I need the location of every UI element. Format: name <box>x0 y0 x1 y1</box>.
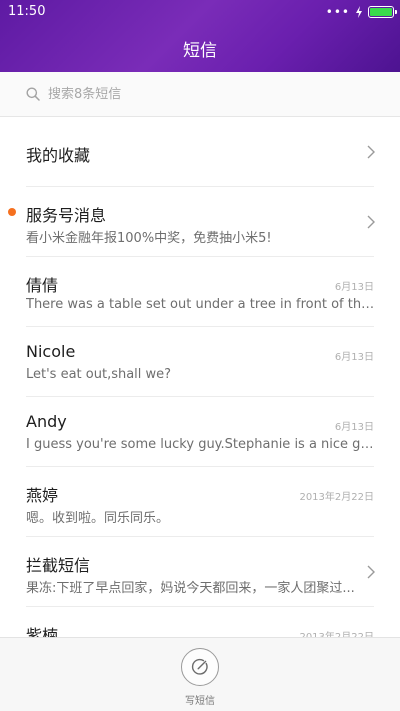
conversation-name: 我的收藏 <box>26 146 91 165</box>
blocked-messages-row[interactable]: 拦截短信 果冻:下班了早点回家，妈说今天都回来，一家人团聚过... <box>0 537 400 607</box>
compose-icon <box>191 658 208 675</box>
conversation-row[interactable]: Andy 6月13日 I guess you're some lucky guy… <box>0 397 400 467</box>
conversation-name: 服务号消息 <box>26 206 107 225</box>
conversation-name: Nicole <box>26 342 76 361</box>
compose-label: 写短信 <box>185 696 215 707</box>
chevron-right-icon <box>367 145 375 159</box>
compose-button[interactable] <box>181 648 219 686</box>
search-icon <box>26 87 40 101</box>
conversation-preview: Let's eat out,shall we? <box>26 367 172 382</box>
chevron-right-icon <box>367 215 375 229</box>
conversation-name: 燕婷 <box>26 486 59 505</box>
status-icons: ••• <box>325 5 397 19</box>
search-input[interactable] <box>48 83 368 105</box>
unread-dot <box>8 208 16 216</box>
page-title: 短信 <box>183 41 217 61</box>
conversation-name: 拦截短信 <box>26 556 91 575</box>
status-bar: 11:50 ••• <box>0 0 400 24</box>
battery-icon <box>368 6 397 18</box>
search-bar[interactable] <box>0 72 400 117</box>
app-header: 11:50 ••• 短信 <box>0 0 400 72</box>
battery-level <box>370 8 392 16</box>
conversation-date: 6月13日 <box>334 352 374 363</box>
conversation-preview: 嗯。收到啦。同乐同乐。 <box>26 511 170 526</box>
conversation-date: 6月13日 <box>334 282 374 293</box>
conversation-name: 倩倩 <box>26 276 59 295</box>
conversation-name: Andy <box>26 412 67 431</box>
signal-dots-icon: ••• <box>325 5 350 19</box>
conversation-preview: 看小米金融年报100%中奖，免费抽小米5! <box>26 231 272 246</box>
conversation-row[interactable]: 燕婷 2013年2月22日 嗯。收到啦。同乐同乐。 <box>0 467 400 537</box>
conversation-row[interactable]: 倩倩 6月13日 There was a table set out under… <box>0 257 400 327</box>
conversation-preview: 果冻:下班了早点回家，妈说今天都回来，一家人团聚过... <box>26 581 355 596</box>
status-time: 11:50 <box>8 4 46 19</box>
charging-icon <box>356 6 362 18</box>
chevron-right-icon <box>367 565 375 579</box>
bottom-bar: 写短信 <box>0 637 400 711</box>
conversation-row[interactable]: Nicole 6月13日 Let's eat out,shall we? <box>0 327 400 397</box>
service-messages-row[interactable]: 服务号消息 看小米金融年报100%中奖，免费抽小米5! <box>0 187 400 257</box>
conversation-date: 6月13日 <box>334 422 374 433</box>
conversation-date: 2013年2月22日 <box>299 492 374 503</box>
favorites-row[interactable]: 我的收藏 <box>0 117 400 187</box>
conversation-preview: I guess you're some lucky guy.Stephanie … <box>26 437 376 452</box>
conversation-preview: There was a table set out under a tree i… <box>26 297 376 312</box>
